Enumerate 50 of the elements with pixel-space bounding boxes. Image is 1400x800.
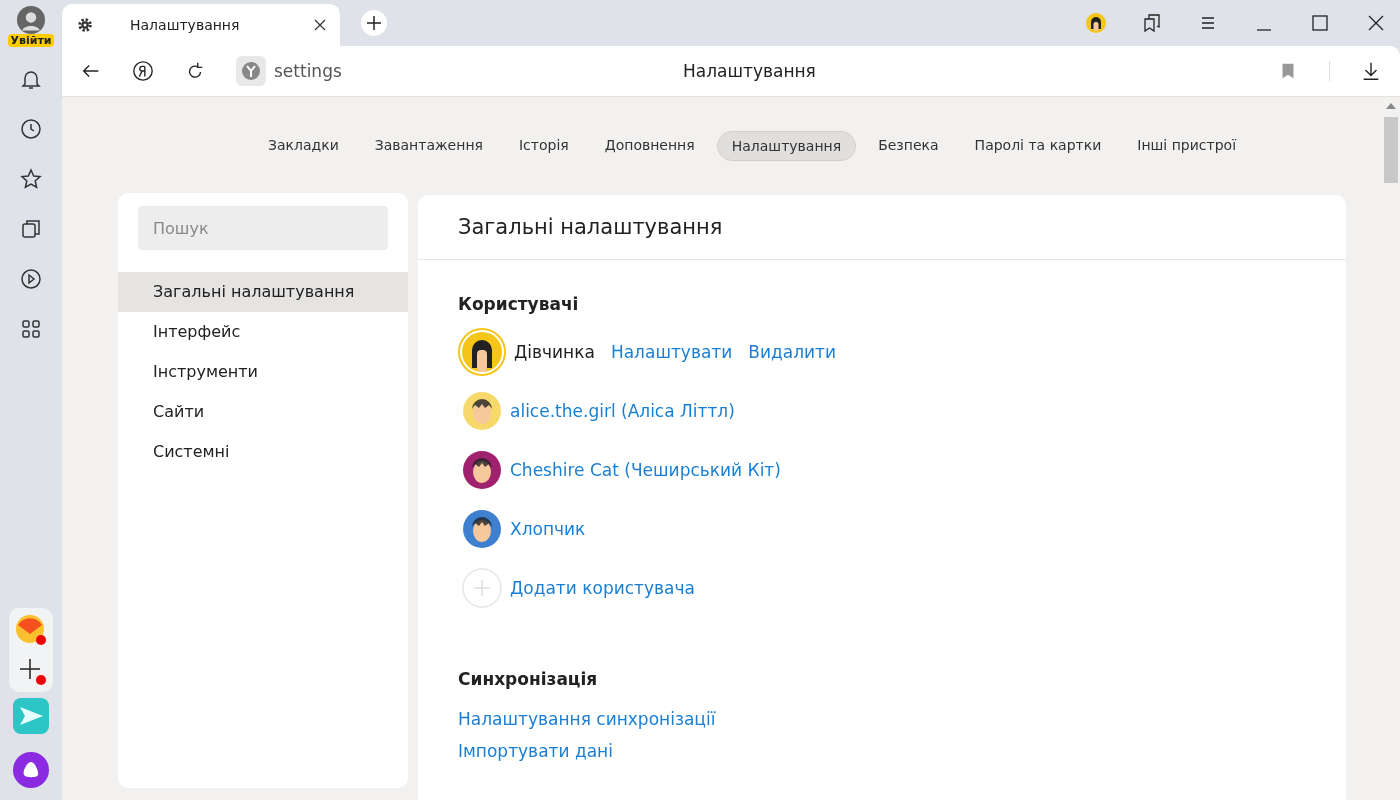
section-heading: Користувачі (458, 294, 579, 314)
section-heading: Синхронізація (458, 669, 598, 689)
login-badge[interactable]: Увійти (8, 34, 54, 47)
bookmarks-icon[interactable] (1142, 13, 1162, 33)
close-icon[interactable] (314, 19, 326, 31)
mail-app-icon[interactable] (15, 614, 47, 646)
user-profile-link[interactable]: Cheshire Cat (Чеширський Кіт) (510, 459, 781, 480)
scroll-thumb[interactable] (1384, 117, 1398, 183)
assistant-app-icon[interactable] (13, 752, 49, 788)
site-icon (236, 56, 266, 86)
nav-tab[interactable]: Доповнення (590, 131, 709, 161)
add-user-link[interactable]: Додати користувача (510, 577, 695, 598)
menu-item[interactable]: Інструменти (118, 352, 408, 392)
address-field[interactable]: settings (274, 61, 342, 81)
nav-tab[interactable]: Історія (504, 131, 583, 161)
profile-avatar-icon[interactable] (17, 6, 45, 34)
panel-title: Загальні налаштування (418, 195, 1346, 260)
nav-tab[interactable]: Налаштування (716, 131, 857, 161)
menu-item[interactable]: Загальні налаштування (118, 272, 408, 312)
user-action-link[interactable]: Видалити (748, 341, 837, 362)
user-avatar-icon[interactable] (1086, 13, 1106, 33)
play-icon[interactable] (19, 267, 43, 291)
search-field[interactable]: Пошук (138, 206, 388, 250)
yandex-icon[interactable] (132, 60, 154, 82)
sync-link[interactable]: Налаштування синхронізації (458, 709, 716, 729)
page-title: Налаштування (682, 61, 816, 81)
menu-item[interactable]: Сайти (118, 392, 408, 432)
user-action-link[interactable]: Налаштувати (610, 341, 733, 362)
tabs-icon[interactable] (19, 217, 43, 241)
nav-tab[interactable]: Завантаження (360, 131, 497, 161)
sync-link[interactable]: Імпортувати дані (458, 741, 613, 761)
menu-item[interactable]: Системні (118, 432, 408, 472)
menu-item[interactable]: Інтерфейс (118, 312, 408, 352)
scroll-up-icon[interactable] (1386, 103, 1396, 109)
tab-title: Налаштування (130, 17, 241, 33)
maximize-icon[interactable] (1310, 13, 1330, 33)
close-window-icon[interactable] (1366, 13, 1386, 33)
star-icon[interactable] (19, 167, 43, 191)
user-profile-link[interactable]: alice.the.girl (Аліса Літтл) (510, 400, 735, 421)
nav-tab[interactable]: Закладки (253, 131, 353, 161)
nav-tab[interactable]: Інші пристрої (1123, 131, 1251, 161)
nav-tab[interactable]: Безпека (864, 131, 953, 161)
nav-tab[interactable]: Паролі та картки (960, 131, 1116, 161)
new-tab-icon[interactable] (360, 9, 388, 37)
grid-icon[interactable] (19, 317, 43, 341)
user-profile-link[interactable]: Хлопчик (510, 518, 586, 539)
gear-icon (76, 16, 94, 34)
browser-tab[interactable]: Налаштування (62, 4, 340, 46)
user-name: Дівчинка (514, 341, 595, 362)
clock-icon[interactable] (19, 117, 43, 141)
